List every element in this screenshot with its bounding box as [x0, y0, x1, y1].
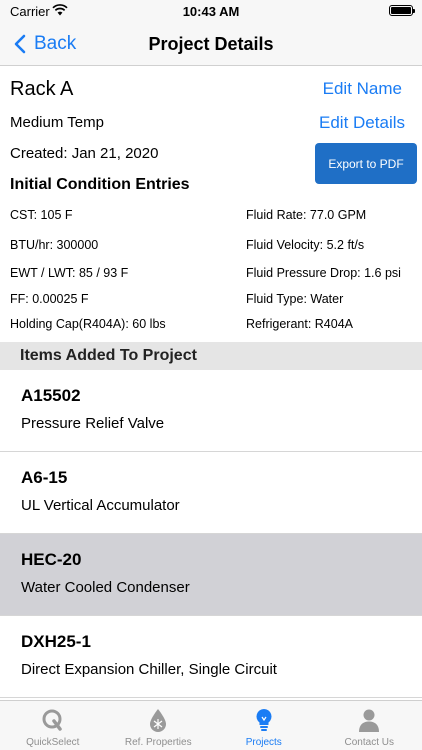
- tab-label: QuickSelect: [26, 737, 80, 748]
- condition-cst: CST: 105 F: [10, 208, 73, 222]
- condition-btu: BTU/hr: 300000: [10, 238, 99, 252]
- item-code: A15502: [21, 386, 81, 405]
- items-section-title: Items Added To Project: [20, 347, 197, 364]
- condition-fluid-type: Fluid Type: Water: [246, 292, 344, 306]
- battery-icon: [389, 5, 415, 16]
- condition-pressure-drop: Fluid Pressure Drop: 1.6 psi: [246, 266, 401, 280]
- item-description: Pressure Relief Valve: [21, 415, 165, 432]
- tab-label: Projects: [245, 737, 282, 748]
- condition-ewt-lwt: EWT / LWT: 85 / 93 F: [10, 266, 129, 280]
- conditions-title: Initial Condition Entries: [10, 176, 190, 193]
- item-code: A6-15: [21, 468, 68, 487]
- project-header: Rack A Edit Name Medium Temp Edit Detail…: [0, 66, 422, 342]
- tab-projects[interactable]: Projects: [211, 701, 317, 750]
- item-description: Water Cooled Condenser: [21, 579, 190, 596]
- item-description: Direct Expansion Chiller, Single Circuit: [21, 661, 277, 678]
- condition-holding-cap: Holding Cap(R404A): 60 lbs: [10, 317, 166, 331]
- list-item-selected[interactable]: HEC-20 Water Cooled Condenser: [0, 534, 422, 616]
- nav-bar: Back Project Details: [0, 22, 422, 66]
- created-date: Created: Jan 21, 2020: [10, 145, 159, 162]
- list-item[interactable]: A6-15 UL Vertical Accumulator: [0, 452, 422, 534]
- item-code: DXH25-1: [21, 632, 91, 651]
- tab-bar: QuickSelect Ref. Properties Projects Con…: [0, 700, 422, 750]
- quickselect-icon: [42, 709, 62, 731]
- item-code: HEC-20: [21, 550, 82, 569]
- items-section-header: Items Added To Project: [0, 342, 422, 370]
- condition-fluid-velocity: Fluid Velocity: 5.2 ft/s: [246, 238, 365, 252]
- tab-quickselect[interactable]: QuickSelect: [0, 701, 106, 750]
- condition-refrigerant: Refrigerant: R404A: [246, 317, 354, 331]
- page-title: Project Details: [148, 34, 274, 54]
- tab-label: Ref. Properties: [124, 737, 192, 748]
- drop-icon: [150, 709, 167, 732]
- list-item[interactable]: A15502 Pressure Relief Valve: [0, 370, 422, 452]
- tab-label: Contact Us: [344, 737, 394, 748]
- project-name: Rack A: [10, 78, 74, 100]
- edit-details-button[interactable]: Edit Details: [319, 113, 405, 133]
- export-pdf-button[interactable]: Export to PDF: [315, 143, 417, 184]
- status-time: 10:43 AM: [182, 4, 240, 19]
- edit-name-button[interactable]: Edit Name: [323, 79, 402, 99]
- lightbulb-icon: [256, 709, 272, 731]
- condition-fluid-rate: Fluid Rate: 77.0 GPM: [246, 208, 367, 222]
- person-icon: [359, 709, 380, 732]
- item-description: UL Vertical Accumulator: [21, 497, 180, 514]
- tab-contact-us[interactable]: Contact Us: [317, 701, 422, 750]
- condition-ff: FF: 0.00025 F: [10, 292, 89, 306]
- tab-ref-properties[interactable]: Ref. Properties: [106, 701, 212, 750]
- list-item[interactable]: DXH25-1 Direct Expansion Chiller, Single…: [0, 616, 422, 698]
- items-list: A15502 Pressure Relief Valve A6-15 UL Ve…: [0, 370, 422, 698]
- status-bar: Carrier 10:43 AM: [0, 0, 422, 22]
- temperature-type: Medium Temp: [10, 114, 104, 131]
